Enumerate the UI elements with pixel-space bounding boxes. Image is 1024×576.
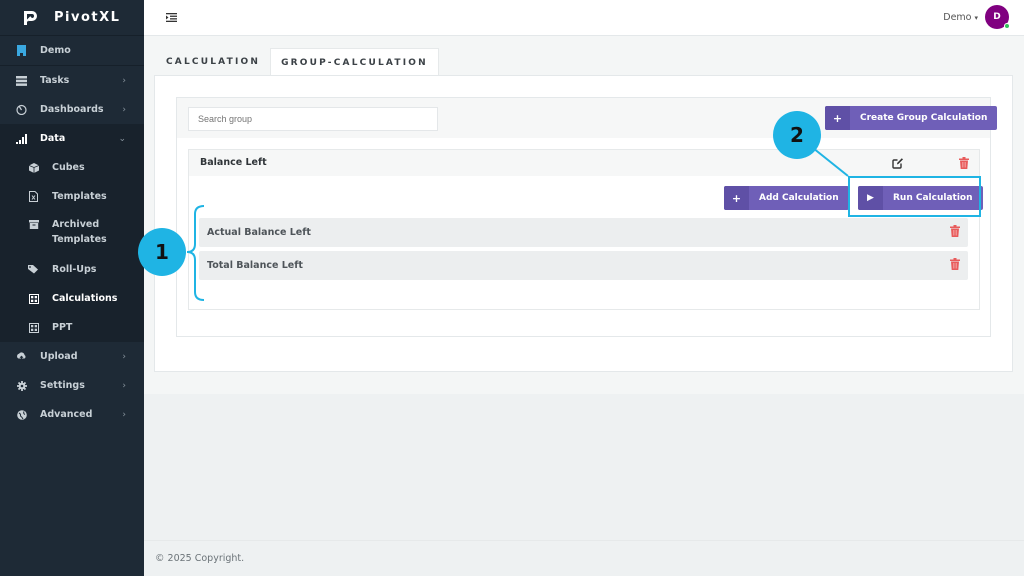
- sidebar-item-label: Roll-Ups: [52, 264, 97, 275]
- delete-group-icon[interactable]: [959, 157, 969, 169]
- user-name: Demo: [943, 12, 972, 23]
- app-name: PivotXL: [54, 10, 121, 25]
- sidebar-item-calculations[interactable]: Calculations: [0, 284, 144, 313]
- sidebar-item-ppt[interactable]: PPT: [0, 313, 144, 342]
- tags-icon: [28, 264, 39, 275]
- edit-icon[interactable]: [892, 157, 904, 169]
- chevron-right-icon: ›: [122, 380, 126, 391]
- create-group-calculation-button[interactable]: + Create Group Calculation: [825, 106, 998, 130]
- sidebar-item-data[interactable]: Data ⌄: [0, 124, 144, 153]
- sidebar-item-label: Advanced: [40, 409, 93, 420]
- data-submenu: Cubes Templates Archived Templates Roll-…: [0, 153, 144, 342]
- sidebar-item-roll-ups[interactable]: Roll-Ups: [0, 255, 144, 284]
- cube-icon: [28, 162, 39, 173]
- annotation-badge-1: 1: [138, 228, 186, 276]
- plus-icon: +: [724, 186, 749, 210]
- dashboard-icon: [16, 104, 27, 115]
- run-calculation-highlight: [848, 176, 981, 217]
- sidebar-item-label: Data: [40, 133, 66, 144]
- server-icon: [16, 75, 27, 86]
- chevron-right-icon: ›: [122, 351, 126, 362]
- sidebar-item-demo[interactable]: Demo: [0, 36, 144, 66]
- online-status-icon: [1004, 23, 1010, 29]
- copyright-text: © 2025 Copyright.: [155, 553, 245, 564]
- group-title: Balance Left: [200, 157, 267, 168]
- sidebar-item-advanced[interactable]: Advanced ›: [0, 400, 144, 429]
- menu-toggle-icon[interactable]: [166, 13, 177, 22]
- sidebar-item-cubes[interactable]: Cubes: [0, 153, 144, 182]
- calculator-icon: [28, 322, 39, 333]
- plus-icon: +: [825, 106, 850, 130]
- sidebar-item-label: Cubes: [52, 162, 85, 173]
- sidebar-item-settings[interactable]: Settings ›: [0, 371, 144, 400]
- caret-down-icon: ▾: [974, 14, 978, 22]
- tab-bar: CALCULATION GROUP-CALCULATION: [156, 48, 439, 76]
- sidebar-item-label: Calculations: [52, 293, 118, 304]
- pivotxl-logo-icon: [24, 10, 37, 25]
- globe-icon: [16, 409, 27, 420]
- sidebar-item-label: Settings: [40, 380, 85, 391]
- gear-icon: [16, 380, 27, 391]
- sidebar-item-dashboards[interactable]: Dashboards ›: [0, 95, 144, 124]
- brand[interactable]: PivotXL: [0, 0, 144, 36]
- calculator-icon: [28, 293, 39, 304]
- sidebar-item-label: Tasks: [40, 75, 70, 86]
- calculation-name: Actual Balance Left: [207, 227, 311, 238]
- sidebar-item-label: Archived Templates: [52, 219, 107, 245]
- tab-group-calculation[interactable]: GROUP-CALCULATION: [270, 48, 439, 76]
- tab-calculation[interactable]: CALCULATION: [156, 48, 270, 76]
- avatar[interactable]: D: [985, 5, 1010, 29]
- sidebar-item-label: Upload: [40, 351, 78, 362]
- calculation-row[interactable]: Total Balance Left: [199, 251, 968, 280]
- annotation-badge-2: 2: [773, 111, 821, 159]
- button-label: Add Calculation: [759, 193, 839, 203]
- sidebar-item-label: PPT: [52, 322, 73, 333]
- search-group-input[interactable]: [188, 107, 438, 131]
- delete-calculation-icon[interactable]: [950, 225, 960, 237]
- calculation-name: Total Balance Left: [207, 260, 303, 271]
- sidebar-item-label: Demo: [40, 45, 71, 56]
- sidebar-item-label: Templates: [52, 191, 107, 202]
- chevron-right-icon: ›: [122, 409, 126, 420]
- sidebar-item-archived-templates[interactable]: Archived Templates: [0, 211, 144, 255]
- chevron-right-icon: ›: [122, 104, 126, 115]
- button-label: Create Group Calculation: [860, 113, 988, 123]
- excel-file-icon: [28, 191, 39, 202]
- sidebar-item-tasks[interactable]: Tasks ›: [0, 66, 144, 95]
- add-calculation-button[interactable]: + Add Calculation: [724, 186, 849, 210]
- archive-icon: [28, 219, 39, 230]
- avatar-initial: D: [993, 12, 1001, 22]
- topbar: Demo ▾ D: [144, 0, 1024, 36]
- footer: © 2025 Copyright.: [144, 540, 1024, 576]
- group-card-header: Balance Left: [189, 150, 979, 176]
- calculation-row[interactable]: Actual Balance Left: [199, 218, 968, 247]
- delete-calculation-icon[interactable]: [950, 258, 960, 270]
- bar-chart-icon: [16, 133, 27, 144]
- sidebar-item-label: Dashboards: [40, 104, 104, 115]
- chevron-down-icon: ⌄: [118, 133, 126, 144]
- chevron-right-icon: ›: [122, 75, 126, 86]
- sidebar: PivotXL Demo Tasks › Dashboards › Data ⌄: [0, 0, 144, 576]
- user-menu[interactable]: Demo ▾: [943, 12, 978, 23]
- building-icon: [16, 45, 27, 56]
- cloud-upload-icon: [16, 351, 27, 362]
- sidebar-item-templates[interactable]: Templates: [0, 182, 144, 211]
- sidebar-item-upload[interactable]: Upload ›: [0, 342, 144, 371]
